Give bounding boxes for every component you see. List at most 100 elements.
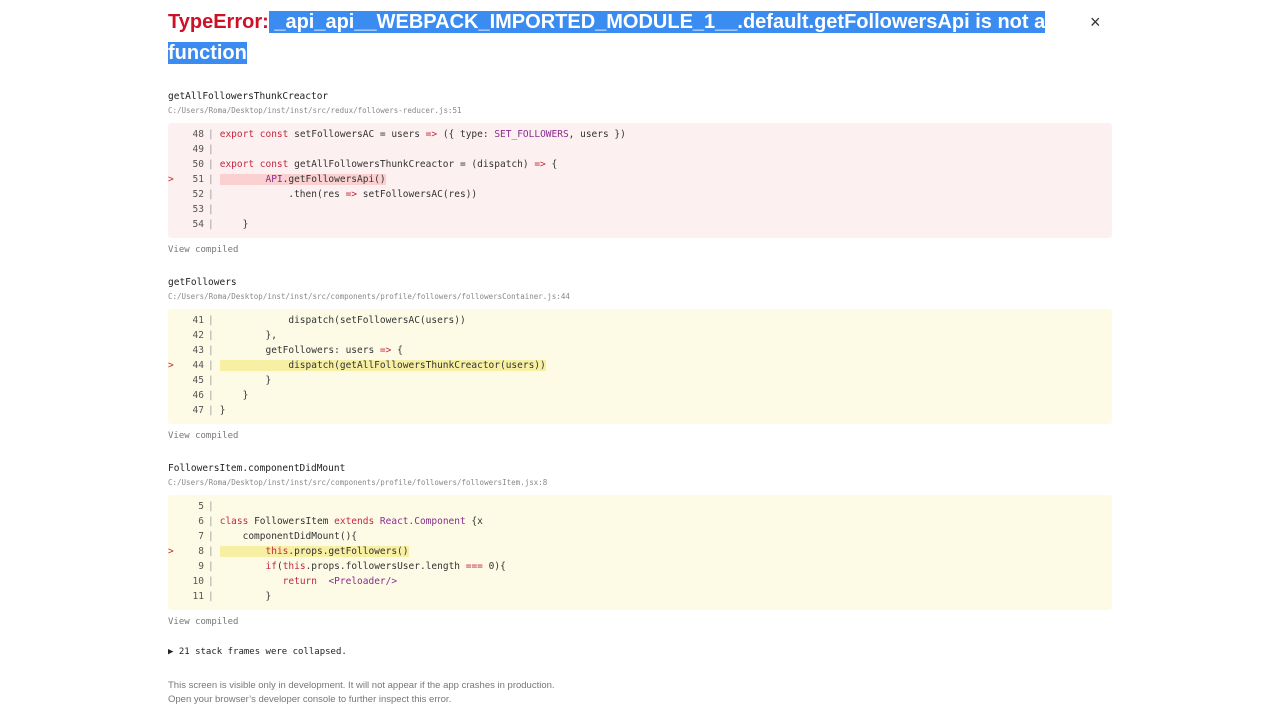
code-token: => <box>425 129 438 140</box>
code-token: } <box>219 375 272 386</box>
code-line: >8 | this.props.getFollowers() <box>168 544 1112 559</box>
view-compiled-link[interactable]: View compiled <box>168 617 1112 627</box>
code-token: setFollowersAC = users <box>294 129 426 140</box>
code-snippet: 5 | 6 | class FollowersItem extends React.C… <box>168 495 1112 610</box>
error-message[interactable]: _api_api__WEBPACK_IMPORTED_MODULE_1__.de… <box>168 11 1046 64</box>
code-token: this <box>282 561 306 572</box>
code-token: .props.followersUser.length <box>305 561 466 572</box>
code-token: getAllFollowersThunkCreactor = (dispatch… <box>294 159 535 170</box>
code-text: API.getFollowersApi() <box>219 174 386 185</box>
code-token: API <box>265 174 283 185</box>
gutter-divider: | <box>208 129 214 140</box>
code-token: dispatch(getAllFollowersThunkCreactor(us… <box>219 360 546 371</box>
line-number: 52 <box>192 189 204 200</box>
code-snippet: 48 | export const setFollowersAC = users =… <box>168 123 1112 238</box>
gutter-divider: | <box>208 516 214 527</box>
code-text: return <Preloader/> <box>220 576 397 587</box>
line-number: 54 <box>192 219 204 230</box>
collapsed-frames-toggle[interactable]: ▶ 21 stack frames were collapsed. <box>168 647 1112 657</box>
code-token: if <box>265 561 277 572</box>
gutter-divider: | <box>208 390 214 401</box>
code-token: {x <box>465 516 483 527</box>
code-token: return <box>282 576 317 587</box>
code-token: ({ type: <box>437 129 495 140</box>
code-text: export const setFollowersAC = users => (… <box>220 129 626 140</box>
line-number: 11 <box>192 591 204 602</box>
gutter-divider: | <box>208 561 214 572</box>
frame-file-path: C:/Users/Roma/Desktop/inst/inst/src/redu… <box>168 106 462 115</box>
code-text: } <box>220 375 271 386</box>
code-token: dispatch(setFollowersAC(users)) <box>219 315 466 326</box>
error-title: TypeError: _api_api__WEBPACK_IMPORTED_MO… <box>168 7 1048 69</box>
code-line: 54 | } <box>168 217 1112 232</box>
gutter-divider: | <box>208 591 214 602</box>
code-text: if(this.props.followersUser.length === 0… <box>220 561 506 572</box>
code-line: 47 |} <box>168 403 1112 418</box>
code-token: } <box>219 591 272 602</box>
code-line: 45 | } <box>168 373 1112 388</box>
code-snippet: 41 | dispatch(setFollowersAC(users)) 42 | … <box>168 309 1112 424</box>
code-token: setFollowersAC(res)) <box>357 189 478 200</box>
error-overlay: TypeError: _api_api__WEBPACK_IMPORTED_MO… <box>168 7 1112 707</box>
code-text: }, <box>219 330 277 341</box>
code-token: => <box>534 159 546 170</box>
code-line: 41 | dispatch(setFollowersAC(users)) <box>168 313 1112 328</box>
line-number: 53 <box>192 204 204 215</box>
code-line: 9 | if(this.props.followersUser.length ==… <box>168 559 1112 574</box>
code-text: } <box>220 219 249 230</box>
footer-note: This screen is visible only in developme… <box>168 679 1112 707</box>
code-token: => <box>379 345 392 356</box>
code-line: 50 | export const getAllFollowersThunkCrea… <box>168 157 1112 172</box>
gutter-divider: | <box>208 531 214 542</box>
code-token: { <box>391 345 403 356</box>
code-token: componentDidMount(){ <box>219 531 358 542</box>
gutter-divider: | <box>208 501 214 512</box>
close-button[interactable]: × <box>1090 10 1101 34</box>
frame-function-name: FollowersItem.componentDidMount <box>168 463 346 474</box>
code-token: }, <box>219 330 277 341</box>
code-token: { <box>545 159 558 170</box>
view-compiled-link[interactable]: View compiled <box>168 431 1112 441</box>
code-line: 7 | componentDidMount(){ <box>168 529 1112 544</box>
code-token: getFollowers: users <box>219 345 380 356</box>
code-token: this <box>265 546 289 557</box>
code-line: 42 | }, <box>168 328 1112 343</box>
frame-file-path: C:/Users/Roma/Desktop/inst/inst/src/comp… <box>168 292 570 301</box>
code-token: export const <box>219 159 295 170</box>
gutter-divider: | <box>208 546 214 557</box>
view-compiled-link[interactable]: View compiled <box>168 245 1112 255</box>
frame-function-name: getAllFollowersThunkCreactor <box>168 91 329 102</box>
code-token: 0){ <box>482 561 506 572</box>
code-text: componentDidMount(){ <box>220 531 357 542</box>
code-line: 5 | <box>168 499 1112 514</box>
code-text: this.props.getFollowers() <box>219 546 409 557</box>
code-token: class <box>219 516 255 527</box>
gutter-divider: | <box>208 360 214 371</box>
code-line: >44 | dispatch(getAllFollowersThunkCreact… <box>168 358 1112 373</box>
code-line: 53 | <box>168 202 1112 217</box>
code-token: SET_FOLLOWERS <box>494 129 569 140</box>
line-number: 8 <box>198 546 204 557</box>
gutter-divider: | <box>208 375 214 386</box>
code-text: dispatch(setFollowersAC(users)) <box>219 315 466 326</box>
gutter-divider: | <box>208 174 214 185</box>
line-number: 48 <box>192 129 204 140</box>
code-line: 43 | getFollowers: users => { <box>168 343 1112 358</box>
code-token: .getFollowersApi() <box>282 174 386 185</box>
line-number: 45 <box>192 375 204 386</box>
gutter-divider: | <box>208 189 214 200</box>
line-number: 49 <box>192 144 204 155</box>
gutter-divider: | <box>208 345 214 356</box>
code-token: React.Component <box>379 516 466 527</box>
code-token: === <box>465 561 483 572</box>
gutter-divider: | <box>208 330 214 341</box>
code-text: .then(res => setFollowersAC(res)) <box>220 189 477 200</box>
line-number: 50 <box>192 159 204 170</box>
code-token: .then(res <box>219 189 346 200</box>
code-text: getFollowers: users => { <box>219 345 403 356</box>
code-token: , users }) <box>568 129 626 140</box>
